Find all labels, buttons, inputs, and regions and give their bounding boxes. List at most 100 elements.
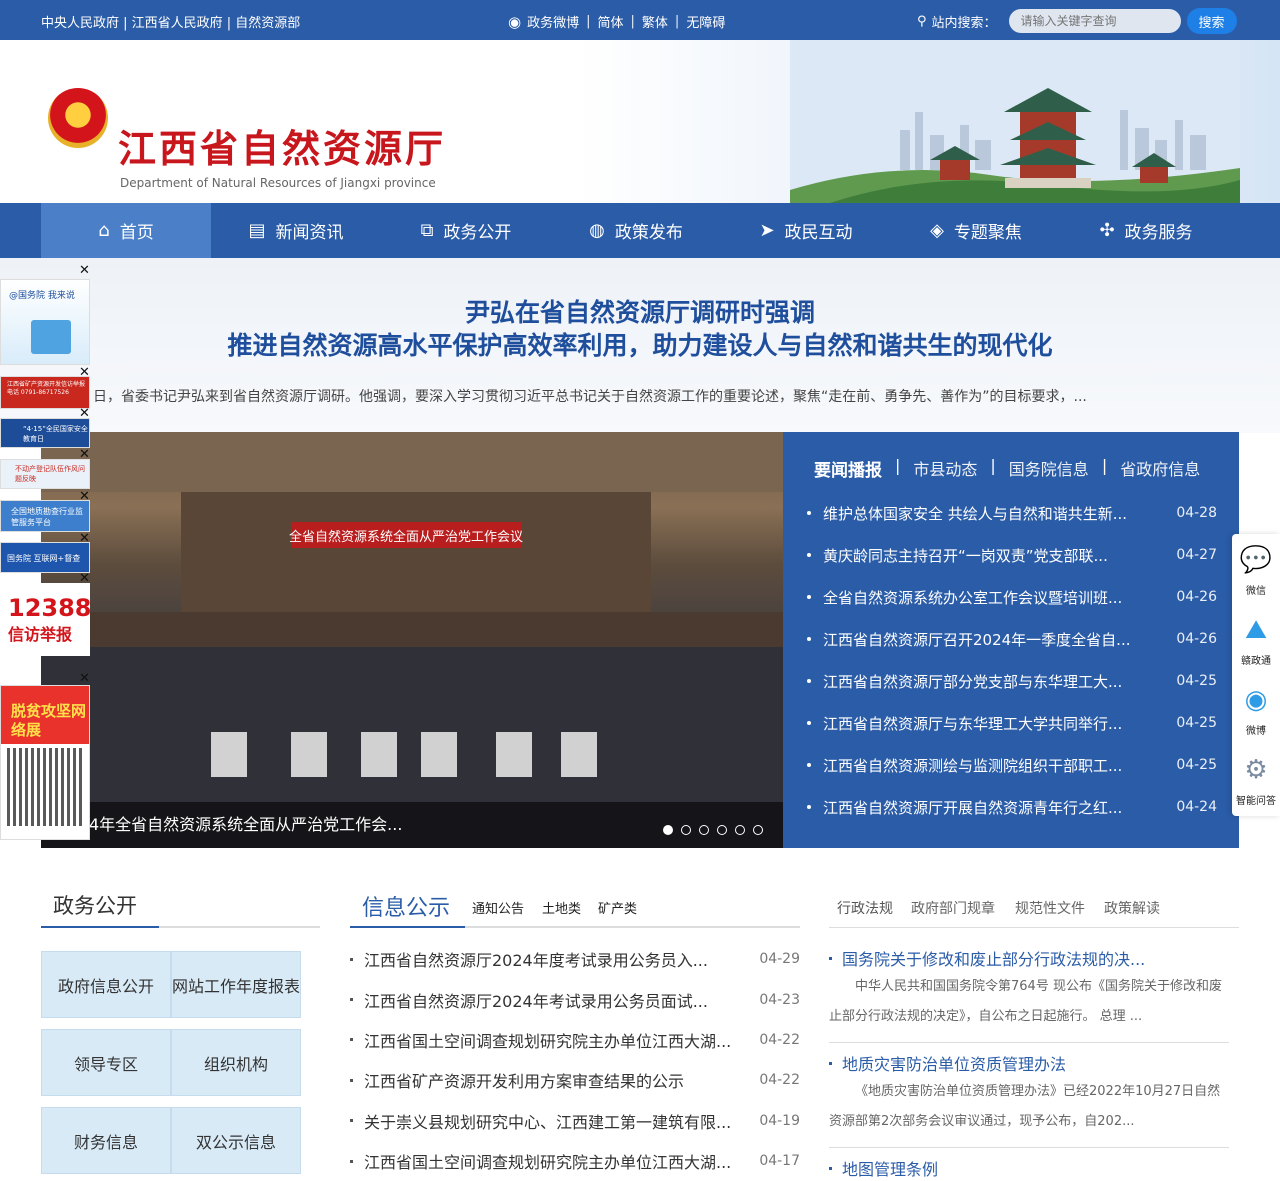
list-item[interactable]: 江西省国土空间调查规划研究院主办单位江西大湖... 04-22 bbox=[350, 1020, 800, 1060]
weibo-button[interactable]: ◉ 微博 bbox=[1232, 678, 1280, 737]
nav-open-government[interactable]: ⧉ 政务公开 bbox=[381, 203, 551, 258]
policy-item[interactable]: 国务院关于修改和废止部分行政法规的决... 中华人民共和国国务院令第764号 现… bbox=[829, 946, 1229, 1043]
main-nav: ⌂ 首页 ▤ 新闻资讯 ⧉ 政务公开 ◍ 政策发布 ➤ 政民互动 ◈ 专题聚焦 … bbox=[0, 203, 1280, 258]
news-title[interactable]: 黄庆龄同志主持召开“一岗双责”党支部联... bbox=[823, 545, 1163, 566]
ganzhengtong-button[interactable]: ⛰ 赣政通 bbox=[1232, 608, 1280, 667]
list-item[interactable]: 全省自然资源系统办公室工作会议暨培训班... 04-26 bbox=[807, 576, 1217, 618]
list-item[interactable]: 维护总体国家安全 共绘人与自然和谐共生新... 04-28 bbox=[807, 492, 1217, 534]
news-title[interactable]: 江西省自然资源测绘与监测院组织干部职工... bbox=[823, 755, 1163, 776]
gov-links[interactable]: 中央人民政府 | 江西省人民政府 | 自然资源部 bbox=[41, 12, 300, 31]
nav-home[interactable]: ⌂ 首页 bbox=[41, 203, 211, 258]
tab-admin-regulations[interactable]: 行政法规 bbox=[837, 898, 893, 918]
weibo-link[interactable]: 政务微博 bbox=[527, 12, 579, 31]
wechat-button[interactable]: 💬 微信 bbox=[1232, 538, 1280, 597]
notice-title[interactable]: 江西省国土空间调查规划研究院主办单位江西大湖... bbox=[364, 1028, 750, 1052]
notice-title[interactable]: 江西省国土空间调查规划研究院主办单位江西大湖... bbox=[364, 1149, 750, 1173]
news-title[interactable]: 维护总体国家安全 共绘人与自然和谐共生新... bbox=[823, 503, 1163, 524]
news-title[interactable]: 江西省自然资源厅部分党支部与东华理工大... bbox=[823, 671, 1163, 692]
tab-notices[interactable]: 通知公告 bbox=[472, 898, 524, 917]
tile-finance[interactable]: 财务信息 bbox=[41, 1107, 171, 1174]
ad-gov-feedback[interactable]: @国务院 我来说 bbox=[0, 279, 90, 365]
ad-12388[interactable]: 12388 信访举报 bbox=[0, 583, 90, 656]
notice-date: 04-19 bbox=[759, 1112, 800, 1129]
carousel-dot[interactable] bbox=[753, 825, 763, 835]
news-title[interactable]: 江西省自然资源厅召开2024年一季度全省自... bbox=[823, 629, 1163, 650]
carousel-dot[interactable] bbox=[735, 825, 745, 835]
ad-security-day[interactable]: “4·15”全民国家安全教育日 bbox=[0, 418, 90, 448]
policy-title[interactable]: 国务院关于修改和废止部分行政法规的决... bbox=[842, 946, 1145, 970]
nav-news[interactable]: ▤ 新闻资讯 bbox=[211, 203, 381, 258]
tile-organization[interactable]: 组织机构 bbox=[171, 1029, 301, 1096]
ad-poverty-exhibition[interactable]: 脱贫攻坚网络展 bbox=[0, 685, 90, 840]
tile-gov-info-disclosure[interactable]: 政府信息公开 bbox=[41, 951, 171, 1018]
side-label: 智能问答 bbox=[1236, 796, 1276, 807]
list-item[interactable]: 江西省自然资源测绘与监测院组织干部职工... 04-25 bbox=[807, 744, 1217, 786]
nav-interaction[interactable]: ➤ 政民互动 bbox=[721, 203, 891, 258]
simplified-link[interactable]: 简体 bbox=[598, 12, 624, 31]
policy-title[interactable]: 地质灾害防治单位资质管理办法 bbox=[842, 1051, 1066, 1075]
carousel-dot[interactable] bbox=[717, 825, 727, 835]
nav-services[interactable]: ✣ 政务服务 bbox=[1061, 203, 1231, 258]
list-item[interactable]: 江西省自然资源厅与东华理工大学共同举行... 04-25 bbox=[807, 702, 1217, 744]
list-item[interactable]: 黄庆龄同志主持召开“一岗双责”党支部联... 04-27 bbox=[807, 534, 1217, 576]
tab-state-council[interactable]: 国务院信息 bbox=[1009, 456, 1089, 481]
news-title[interactable]: 江西省自然资源厅开展自然资源青年行之红... bbox=[823, 797, 1163, 818]
list-item[interactable]: 江西省自然资源厅2024年度考试录用公务员入... 04-29 bbox=[350, 939, 800, 979]
tile-annual-report[interactable]: 网站工作年度报表 bbox=[171, 951, 301, 1018]
search-button[interactable]: 搜索 bbox=[1186, 8, 1237, 34]
site-title[interactable]: 江西省自然资源厅 bbox=[118, 130, 446, 168]
section-title[interactable]: 信息公示 bbox=[362, 890, 450, 922]
tab-normative-docs[interactable]: 规范性文件 bbox=[1015, 898, 1085, 918]
carousel-dot[interactable] bbox=[699, 825, 709, 835]
tab-minerals[interactable]: 矿产类 bbox=[598, 898, 637, 917]
tile-double-disclosure[interactable]: 双公示信息 bbox=[171, 1107, 301, 1174]
hero-photo[interactable]: 全省自然资源系统全面从严治党工作会议 4年全省自然资源系统全面从严治党工作会..… bbox=[41, 432, 783, 848]
policy-title[interactable]: 地图管理条例 bbox=[842, 1156, 938, 1180]
robot-qa-button[interactable]: ⚙ 智能问答 bbox=[1232, 748, 1280, 807]
carousel-dot[interactable] bbox=[681, 825, 691, 835]
tab-policy-interpretation[interactable]: 政策解读 bbox=[1104, 898, 1160, 918]
side-toolbar: 💬 微信 ⛰ 赣政通 ◉ 微博 ⚙ 智能问答 bbox=[1232, 534, 1280, 816]
ad-realestate-feedback[interactable]: 不动产登记队伍作风问题反映 bbox=[0, 459, 90, 489]
nav-policy[interactable]: ◍ 政策发布 bbox=[551, 203, 721, 258]
list-item[interactable]: 江西省国土空间调查规划研究院主办单位江西大湖... 04-17 bbox=[350, 1141, 800, 1181]
policy-item[interactable]: 地质灾害防治单位资质管理办法 《地质灾害防治单位资质管理办法》已经2022年10… bbox=[829, 1051, 1229, 1148]
nav-topics[interactable]: ◈ 专题聚焦 bbox=[891, 203, 1061, 258]
divider: | bbox=[630, 14, 635, 29]
notice-title[interactable]: 关于崇义县规划研究中心、江西建工第一建筑有限... bbox=[364, 1109, 750, 1133]
notice-title[interactable]: 江西省自然资源厅2024年度考试录用公务员入... bbox=[364, 947, 750, 971]
ad-geology-platform[interactable]: 全国地质勘查行业监管服务平台 bbox=[0, 500, 90, 532]
ad-mining-hotline[interactable]: 江西省矿产资源开发信访举报电话 0791-86717526 bbox=[0, 376, 90, 409]
policy-section: 行政法规 政府部门规章 规范性文件 政策解读 国务院关于修改和废止部分行政法规的… bbox=[829, 880, 1239, 1179]
national-emblem-icon bbox=[48, 88, 108, 148]
bullet bbox=[350, 1078, 353, 1082]
close-icon[interactable]: ✕ bbox=[79, 671, 90, 686]
close-icon[interactable]: ✕ bbox=[79, 263, 90, 278]
tab-headlines[interactable]: 要闻播报 bbox=[814, 456, 882, 481]
tab-provincial-gov[interactable]: 省政府信息 bbox=[1120, 456, 1200, 481]
section-title[interactable]: 政务公开 bbox=[53, 890, 137, 920]
search-input[interactable] bbox=[1008, 9, 1181, 33]
notice-title[interactable]: 江西省矿产资源开发利用方案审查结果的公示 bbox=[364, 1068, 750, 1092]
list-item[interactable]: 江西省自然资源厅开展自然资源青年行之红... 04-24 bbox=[807, 786, 1217, 828]
tile-leaders[interactable]: 领导专区 bbox=[41, 1029, 171, 1096]
list-item[interactable]: 江西省矿产资源开发利用方案审查结果的公示 04-22 bbox=[350, 1060, 800, 1100]
bullet bbox=[350, 1038, 353, 1042]
tab-city-news[interactable]: 市县动态 bbox=[913, 456, 977, 481]
carousel-dot[interactable] bbox=[663, 825, 673, 835]
tab-department-rules[interactable]: 政府部门规章 bbox=[911, 898, 995, 918]
tab-land[interactable]: 土地类 bbox=[542, 898, 581, 917]
headline-title[interactable]: 尹弘在省自然资源厅调研时强调 推进自然资源高水平保护高效率利用，助力建设人与自然… bbox=[0, 296, 1280, 362]
accessible-link[interactable]: 无障碍 bbox=[686, 12, 725, 31]
traditional-link[interactable]: 繁体 bbox=[642, 12, 668, 31]
list-item[interactable]: 江西省自然资源厅召开2024年一季度全省自... 04-26 bbox=[807, 618, 1217, 660]
news-title[interactable]: 江西省自然资源厅与东华理工大学共同举行... bbox=[823, 713, 1163, 734]
list-item[interactable]: 关于崇义县规划研究中心、江西建工第一建筑有限... 04-19 bbox=[350, 1101, 800, 1141]
ad-internet-supervision[interactable]: 国务院 互联网+督查 bbox=[0, 542, 90, 573]
news-title[interactable]: 全省自然资源系统办公室工作会议暨培训班... bbox=[823, 587, 1163, 608]
policy-item[interactable]: 地图管理条例 bbox=[829, 1156, 1229, 1180]
headline-section: 尹弘在省自然资源厅调研时强调 推进自然资源高水平保护高效率利用，助力建设人与自然… bbox=[0, 258, 1280, 433]
notice-title[interactable]: 江西省自然资源厅2024年考试录用公务员面试... bbox=[364, 988, 750, 1012]
list-item[interactable]: 江西省自然资源厅部分党支部与东华理工大... 04-25 bbox=[807, 660, 1217, 702]
list-item[interactable]: 江西省自然资源厅2024年考试录用公务员面试... 04-23 bbox=[350, 979, 800, 1019]
